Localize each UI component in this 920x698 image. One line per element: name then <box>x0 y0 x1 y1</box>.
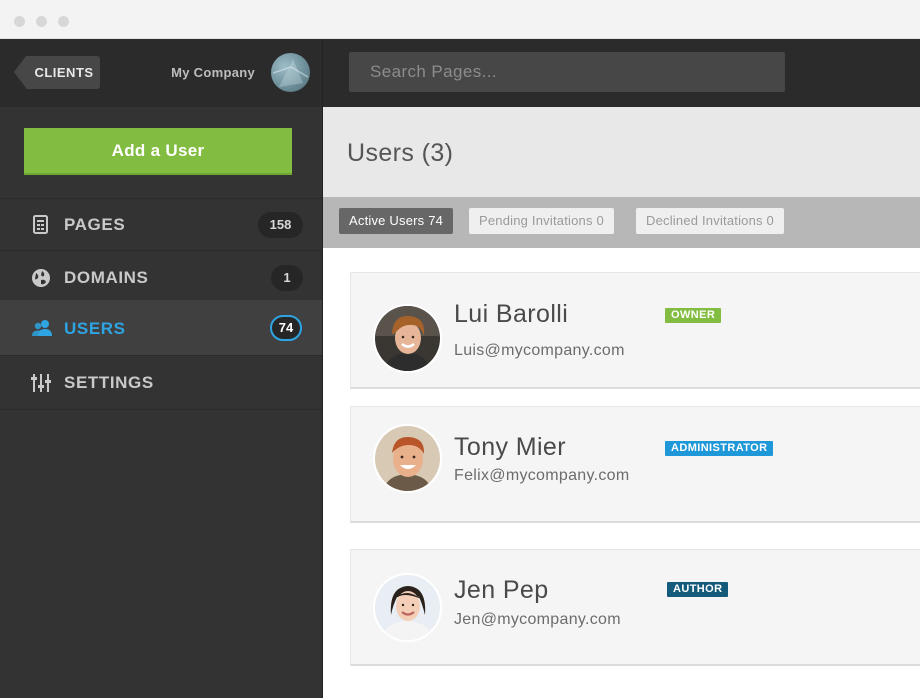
search-input[interactable] <box>349 52 785 92</box>
globe-icon <box>31 268 51 288</box>
user-card[interactable]: Tony Mier Felix@mycompany.com ADMINISTRA… <box>350 406 920 523</box>
user-avatar <box>373 304 442 373</box>
tab-label: Declined Invitations <box>646 213 763 228</box>
user-card[interactable]: Lui Barolli Luis@mycompany.com OWNER <box>350 272 920 389</box>
tab-count: 0 <box>596 213 604 228</box>
clients-button[interactable]: CLIENTS <box>26 56 100 89</box>
sidebar-item-pages[interactable]: PAGES 158 <box>0 199 322 251</box>
company-name: My Company <box>171 65 255 80</box>
user-email: Felix@mycompany.com <box>454 467 630 484</box>
company-avatar[interactable] <box>271 53 310 92</box>
sidebar-header: CLIENTS My Company <box>0 39 322 107</box>
sidebar-item-label: SETTINGS <box>64 373 154 392</box>
close-window-dot[interactable] <box>14 16 25 27</box>
app-window: CLIENTS My Company Add a User PAGES 158 … <box>0 0 920 698</box>
tab-count: 0 <box>766 213 774 228</box>
user-name: Jen Pep <box>454 576 549 604</box>
page-title: Users (3) <box>347 139 454 167</box>
user-name: Tony Mier <box>454 433 566 461</box>
pages-icon <box>31 215 51 235</box>
user-avatar <box>373 424 442 493</box>
user-avatar <box>373 573 442 642</box>
user-email: Jen@mycompany.com <box>454 611 621 628</box>
add-user-button[interactable]: Add a User <box>24 128 292 175</box>
tabs-bar: Active Users 74 Pending Invitations 0 De… <box>323 197 920 248</box>
role-badge: AUTHOR <box>667 582 729 597</box>
minimize-window-dot[interactable] <box>36 16 47 27</box>
role-badge: ADMINISTRATOR <box>665 441 774 456</box>
tab-label: Pending Invitations <box>479 213 593 228</box>
sidebar-item-settings[interactable]: SETTINGS <box>0 357 322 410</box>
back-arrow-icon[interactable] <box>14 56 26 88</box>
tab-declined-invitations[interactable]: Declined Invitations 0 <box>636 208 784 234</box>
sidebar-item-domains[interactable]: DOMAINS 1 <box>0 252 322 304</box>
sidebar-item-users[interactable]: USERS 74 <box>0 300 322 356</box>
window-titlebar <box>0 0 920 39</box>
users-count-badge: 74 <box>270 315 302 341</box>
user-card[interactable]: Jen Pep Jen@mycompany.com AUTHOR <box>350 549 920 666</box>
sliders-icon <box>31 373 51 393</box>
tab-active-users[interactable]: Active Users 74 <box>339 208 454 234</box>
tab-label: Active Users <box>349 213 425 228</box>
domains-count-badge: 1 <box>271 265 303 291</box>
tab-count: 74 <box>428 213 444 228</box>
sidebar-item-label: PAGES <box>64 215 126 234</box>
tab-pending-invitations[interactable]: Pending Invitations 0 <box>469 208 614 234</box>
user-list: Lui Barolli Luis@mycompany.com OWNER Ton… <box>323 248 920 698</box>
sidebar: CLIENTS My Company Add a User PAGES 158 … <box>0 39 323 698</box>
role-badge: OWNER <box>665 308 722 323</box>
users-icon <box>31 318 52 338</box>
top-bar <box>323 39 920 107</box>
sidebar-item-label: DOMAINS <box>64 268 149 287</box>
page-header: Users (3) <box>323 107 920 197</box>
maximize-window-dot[interactable] <box>58 16 69 27</box>
user-email: Luis@mycompany.com <box>454 342 625 359</box>
pages-count-badge: 158 <box>258 212 303 238</box>
sidebar-item-label: USERS <box>64 319 126 338</box>
user-name: Lui Barolli <box>454 300 569 328</box>
